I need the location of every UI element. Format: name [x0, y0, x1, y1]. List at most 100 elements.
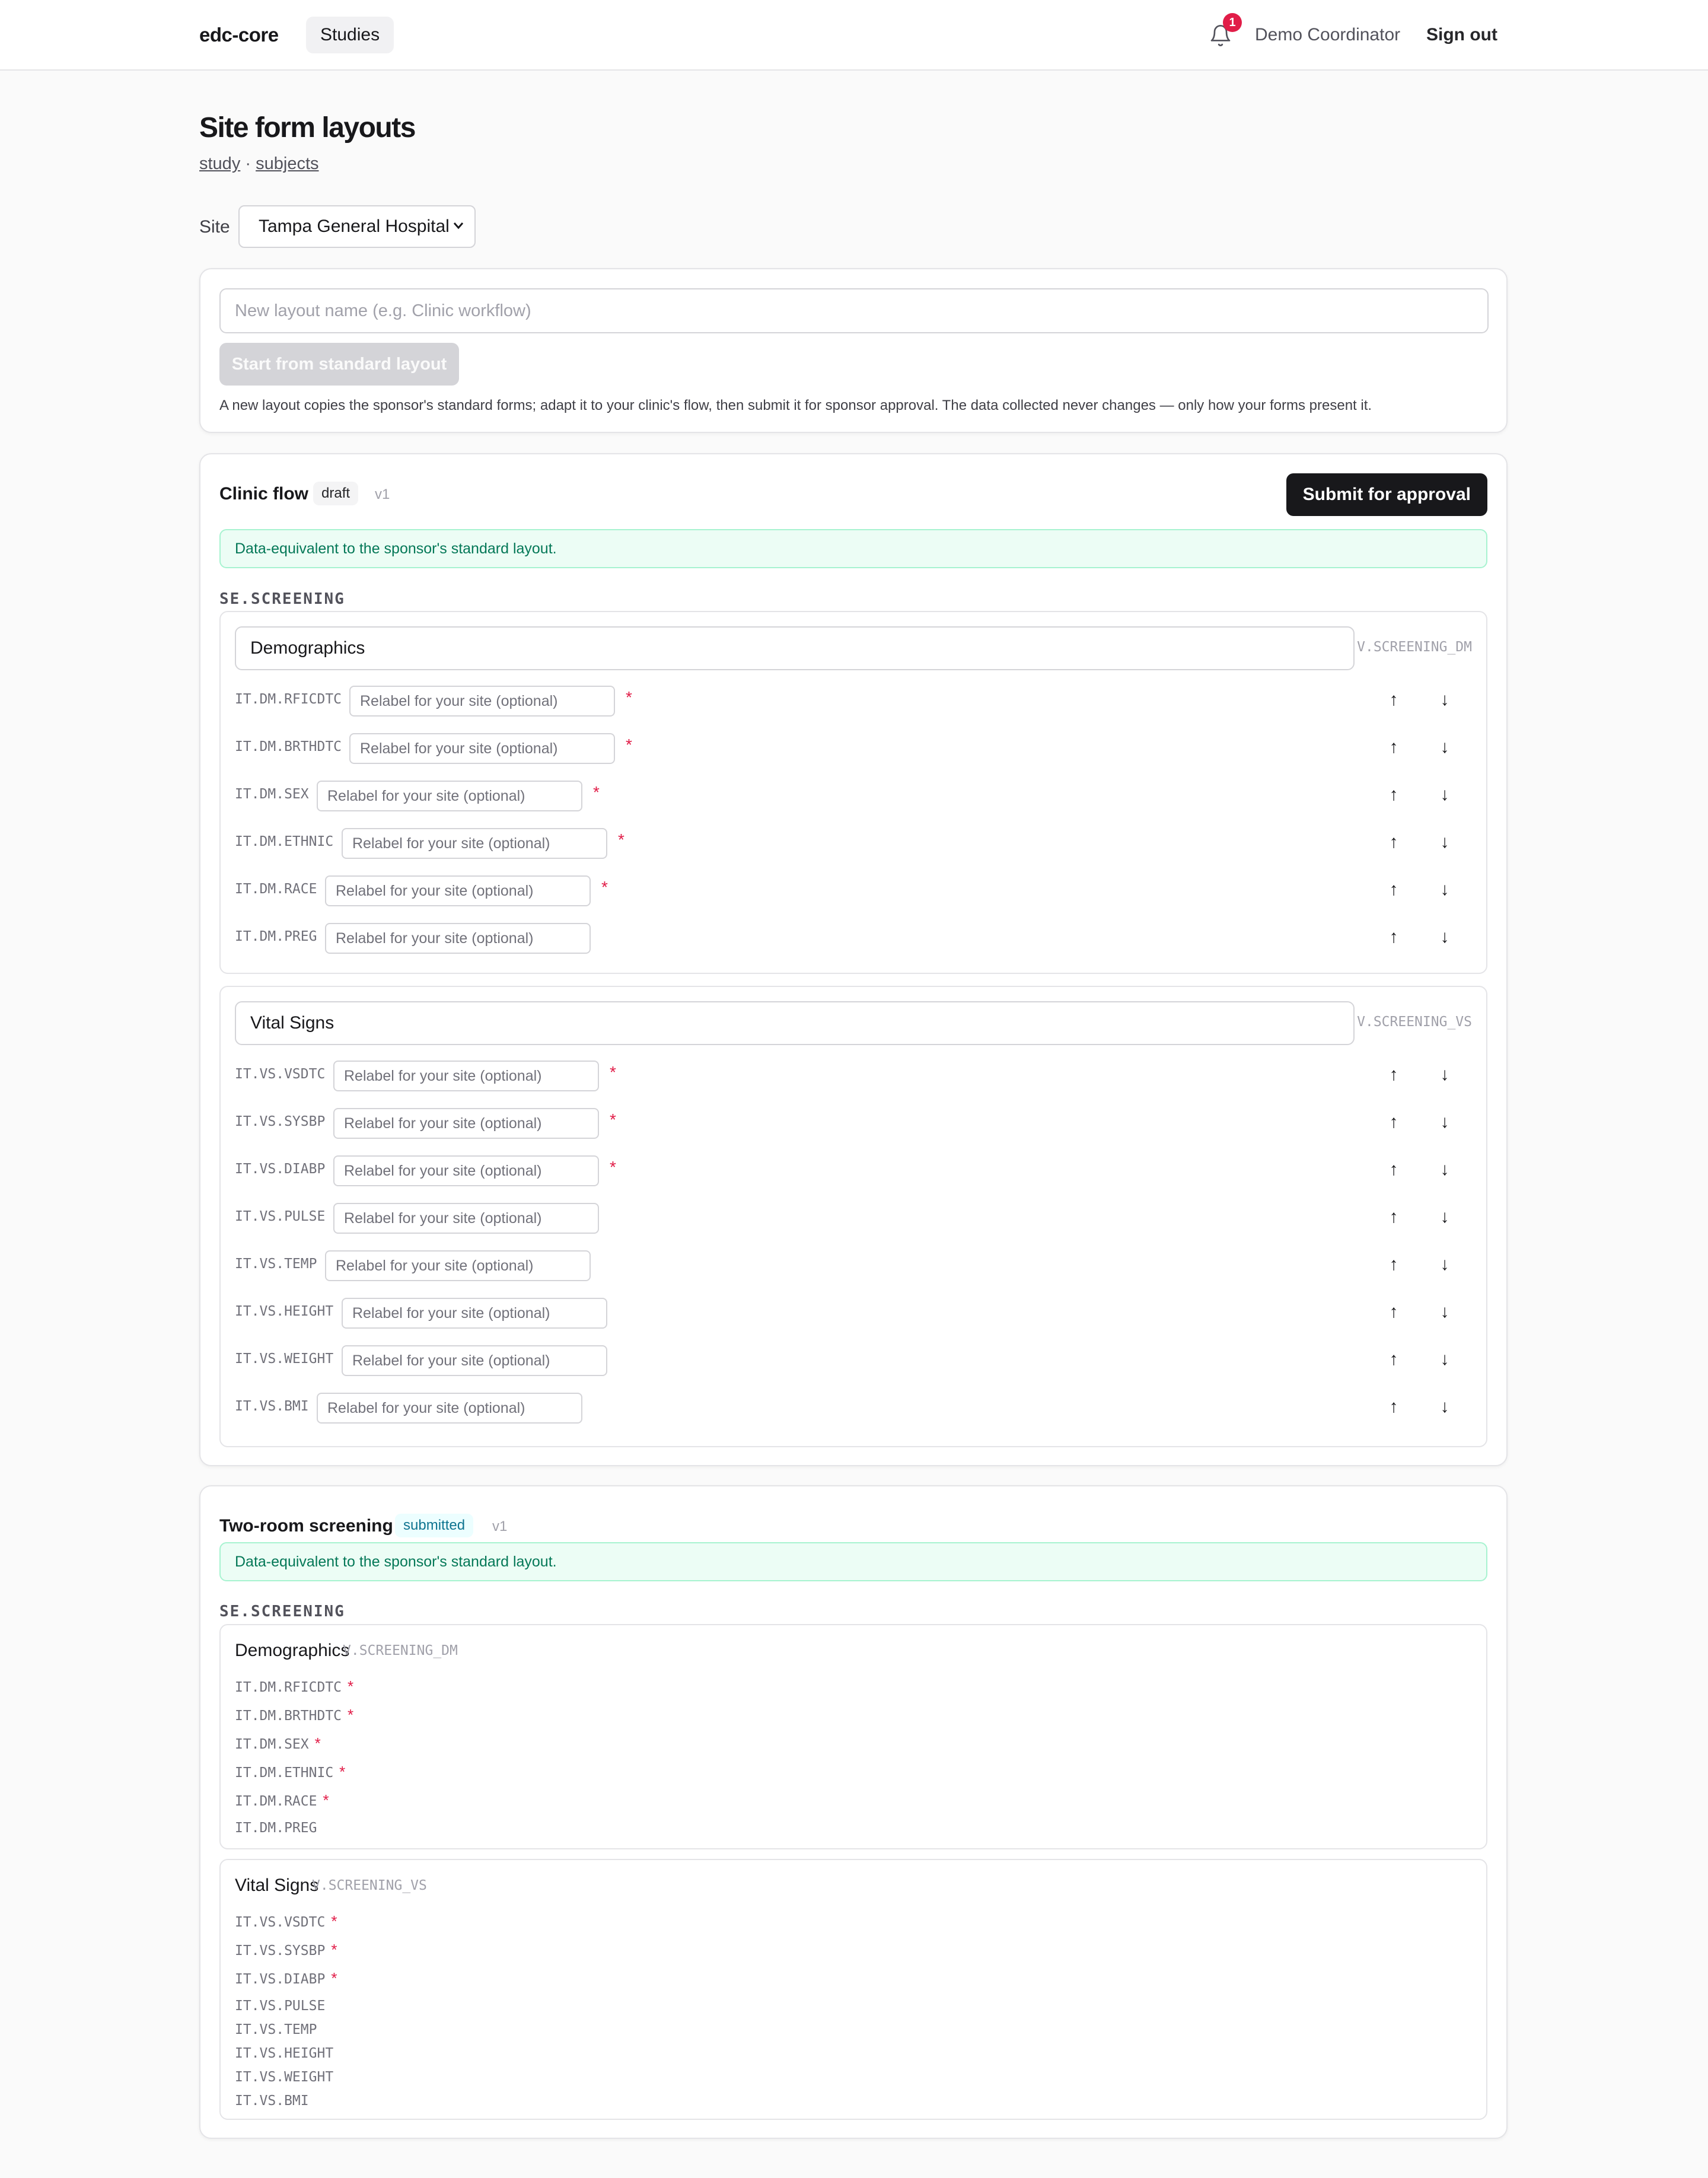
- relabel-input[interactable]: Relabel for your site (optional): [333, 1155, 599, 1186]
- arrow-down-icon[interactable]: ↓: [1433, 1395, 1457, 1419]
- arrow-down-icon[interactable]: ↓: [1433, 1205, 1457, 1229]
- item-oid-line: IT.DM.SEX *: [235, 1734, 321, 1753]
- arrow-up-icon[interactable]: ↑: [1382, 688, 1406, 712]
- item-row: IT.VS.SYSBP Relabel for your site (option…: [235, 1108, 1472, 1139]
- arrow-up-icon[interactable]: ↑: [1382, 1348, 1406, 1371]
- item-oid: IT.DM.RFICDTC: [235, 692, 342, 707]
- submit-for-approval-button[interactable]: Submit for approval: [1286, 473, 1487, 516]
- arrow-up-icon[interactable]: ↑: [1382, 1063, 1406, 1087]
- relabel-input[interactable]: Relabel for your site (optional): [325, 875, 591, 906]
- required-marker: *: [323, 1791, 329, 1809]
- breadcrumb-subjects-link[interactable]: subjects: [256, 154, 318, 173]
- top-navigation: edc-core Studies 1 Demo Coordinator Sign…: [0, 0, 1708, 71]
- item-oid-line: IT.VS.HEIGHT: [235, 2045, 333, 2061]
- form-demographics: Demographics V.SCREENING_DM IT.DM.RFICDT…: [219, 1624, 1487, 1849]
- breadcrumb-study-link[interactable]: study: [199, 154, 240, 173]
- page-title: Site form layouts: [199, 112, 416, 144]
- relabel-input[interactable]: Relabel for your site (optional): [333, 1108, 599, 1139]
- required-marker: *: [348, 1706, 354, 1724]
- arrow-down-icon[interactable]: ↓: [1433, 1063, 1457, 1087]
- relabel-input[interactable]: Relabel for your site (optional): [342, 1298, 607, 1329]
- item-oid-line: IT.VS.DIABP *: [235, 1969, 337, 1988]
- arrow-up-icon[interactable]: ↑: [1382, 1395, 1406, 1419]
- arrow-down-icon[interactable]: ↓: [1433, 783, 1457, 807]
- required-marker: *: [331, 1912, 337, 1930]
- relabel-input[interactable]: Relabel for your site (optional): [333, 1061, 599, 1091]
- arrow-up-icon[interactable]: ↑: [1382, 878, 1406, 902]
- item-oid-line: IT.VS.WEIGHT: [235, 2069, 333, 2085]
- start-from-standard-button[interactable]: Start from standard layout: [219, 343, 459, 386]
- item-oid: IT.VS.DIABP: [235, 1161, 326, 1177]
- arrow-up-icon[interactable]: ↑: [1382, 735, 1406, 759]
- item-oid: IT.VS.PULSE: [235, 1998, 326, 2014]
- relabel-input[interactable]: Relabel for your site (optional): [349, 686, 615, 717]
- equivalence-notice: Data-equivalent to the sponsor's standar…: [219, 529, 1487, 568]
- arrow-up-icon[interactable]: ↑: [1382, 1253, 1406, 1276]
- new-layout-name-input[interactable]: New layout name (e.g. Clinic workflow): [219, 288, 1489, 333]
- relabel-input[interactable]: Relabel for your site (optional): [325, 1250, 591, 1281]
- arrow-up-icon[interactable]: ↑: [1382, 1158, 1406, 1182]
- breadcrumb-separator: ·: [245, 154, 251, 173]
- site-select[interactable]: Tampa General Hospital: [238, 205, 476, 248]
- relabel-input[interactable]: Relabel for your site (optional): [349, 733, 615, 764]
- event-oid: SE.SCREENING: [219, 590, 345, 608]
- item-oid: IT.VS.PULSE: [235, 1209, 326, 1224]
- item-oid-line: IT.VS.TEMP: [235, 2021, 317, 2037]
- form-title-input[interactable]: Vital Signs: [235, 1001, 1355, 1045]
- arrow-down-icon[interactable]: ↓: [1433, 925, 1457, 949]
- required-marker: *: [610, 1158, 616, 1176]
- relabel-input[interactable]: Relabel for your site (optional): [342, 1345, 607, 1376]
- status-badge: submitted: [395, 1514, 474, 1537]
- relabel-input[interactable]: Relabel for your site (optional): [317, 1393, 582, 1424]
- item-oid-line: IT.VS.SYSBP *: [235, 1941, 337, 1959]
- item-oid: IT.DM.RACE: [235, 881, 317, 897]
- sign-out-button[interactable]: Sign out: [1426, 25, 1497, 45]
- arrow-up-icon[interactable]: ↑: [1382, 1205, 1406, 1229]
- form-title-input[interactable]: Demographics: [235, 626, 1355, 670]
- item-oid: IT.VS.BMI: [235, 1399, 309, 1414]
- item-oid: IT.VS.DIABP: [235, 1972, 326, 1987]
- form-vital-signs: Vital Signs V.SCREENING_VS IT.VS.VSDTC Re…: [219, 986, 1487, 1447]
- arrow-down-icon[interactable]: ↓: [1433, 735, 1457, 759]
- arrow-down-icon[interactable]: ↓: [1433, 1158, 1457, 1182]
- relabel-input[interactable]: Relabel for your site (optional): [333, 1203, 599, 1234]
- item-oid: IT.VS.BMI: [235, 2093, 309, 2109]
- arrow-up-icon[interactable]: ↑: [1382, 925, 1406, 949]
- event-oid: SE.SCREENING: [219, 1603, 345, 1620]
- arrow-down-icon[interactable]: ↓: [1433, 688, 1457, 712]
- form-oid: V.SCREENING_DM: [343, 1643, 458, 1658]
- item-oid: IT.VS.VSDTC: [235, 1066, 326, 1082]
- item-row: IT.VS.VSDTC Relabel for your site (option…: [235, 1061, 1472, 1091]
- form-oid: V.SCREENING_VS: [1357, 1014, 1472, 1030]
- version-label: v1: [375, 486, 390, 502]
- required-marker: *: [618, 830, 624, 849]
- item-row: IT.VS.PULSE Relabel for your site (option…: [235, 1203, 1472, 1234]
- arrow-down-icon[interactable]: ↓: [1433, 1348, 1457, 1371]
- form-oid: V.SCREENING_VS: [312, 1878, 427, 1893]
- required-marker: *: [331, 1969, 337, 1987]
- arrow-up-icon[interactable]: ↑: [1382, 1110, 1406, 1134]
- arrow-down-icon[interactable]: ↓: [1433, 1110, 1457, 1134]
- arrow-down-icon[interactable]: ↓: [1433, 1300, 1457, 1324]
- item-oid: IT.VS.WEIGHT: [235, 2069, 334, 2085]
- arrow-up-icon[interactable]: ↑: [1382, 1300, 1406, 1324]
- item-row: IT.VS.HEIGHT Relabel for your site (optio…: [235, 1298, 1472, 1329]
- relabel-input[interactable]: Relabel for your site (optional): [325, 923, 591, 954]
- arrow-down-icon[interactable]: ↓: [1433, 1253, 1457, 1276]
- nav-studies-link[interactable]: Studies: [306, 17, 394, 53]
- layout-card-two-room-screening: Two-room screening submitted v1 Data-equ…: [199, 1485, 1508, 2139]
- arrow-down-icon[interactable]: ↓: [1433, 878, 1457, 902]
- form-title: Demographics: [235, 1641, 350, 1660]
- item-oid: IT.VS.HEIGHT: [235, 1304, 334, 1319]
- item-oid: IT.VS.SYSBP: [235, 1943, 326, 1959]
- breadcrumb: study · subjects: [199, 154, 319, 174]
- required-marker: *: [610, 1110, 616, 1129]
- arrow-down-icon[interactable]: ↓: [1433, 830, 1457, 854]
- arrow-up-icon[interactable]: ↑: [1382, 783, 1406, 807]
- form-title: Vital Signs: [235, 1876, 319, 1895]
- relabel-input[interactable]: Relabel for your site (optional): [342, 828, 607, 859]
- layout-name: Two-room screening: [219, 1516, 393, 1536]
- relabel-input[interactable]: Relabel for your site (optional): [317, 781, 582, 811]
- brand-logo[interactable]: edc-core: [199, 24, 279, 46]
- arrow-up-icon[interactable]: ↑: [1382, 830, 1406, 854]
